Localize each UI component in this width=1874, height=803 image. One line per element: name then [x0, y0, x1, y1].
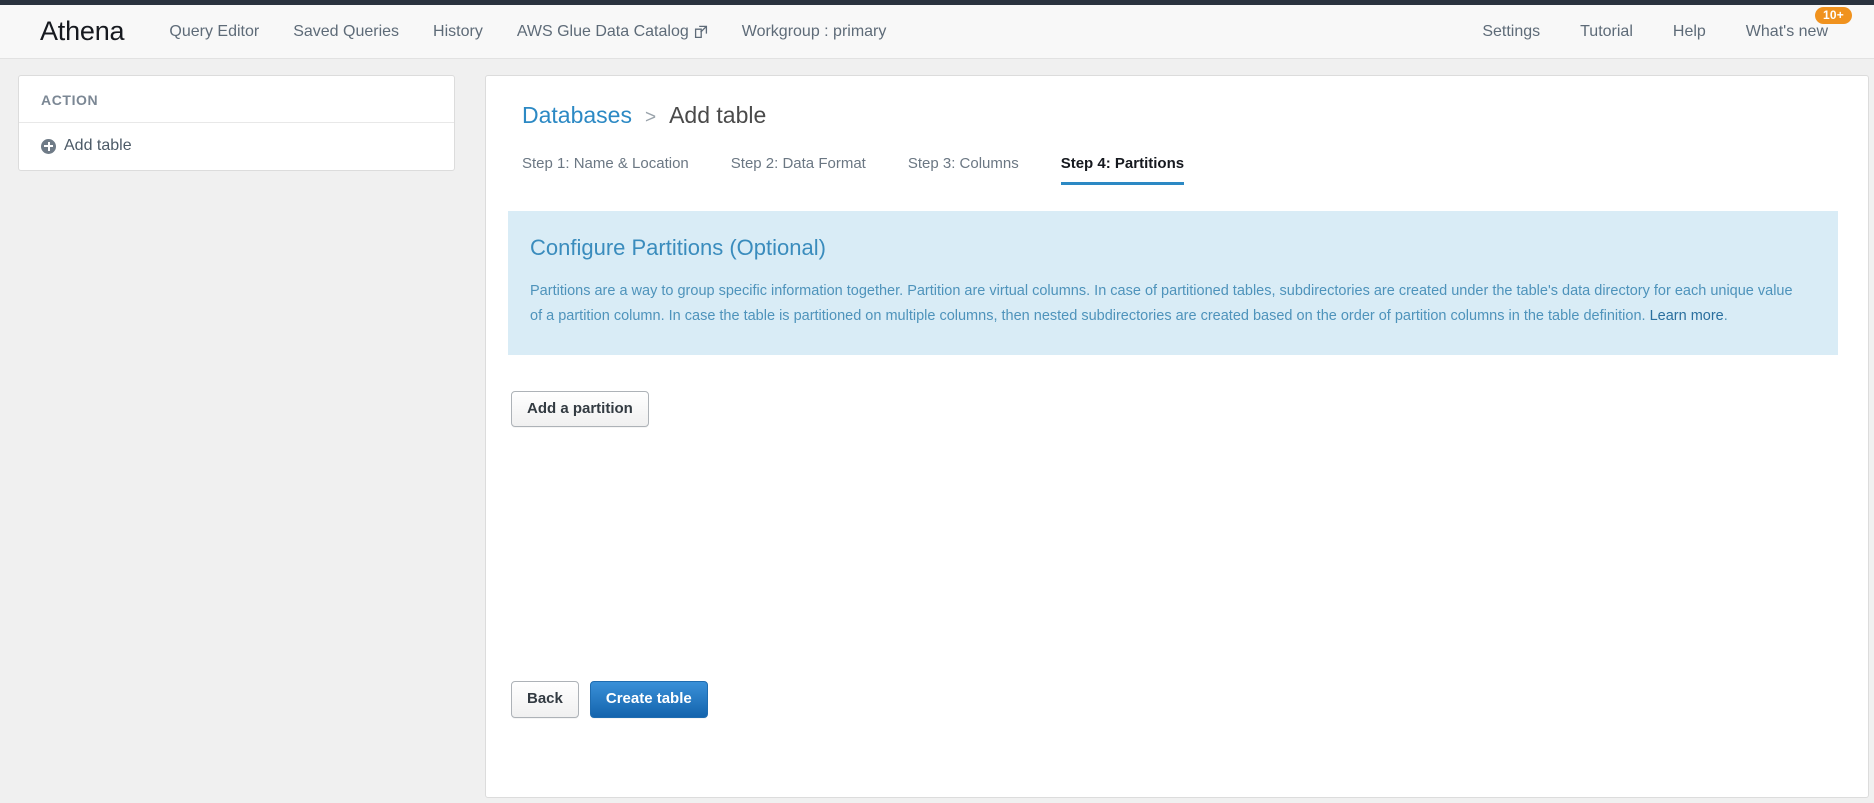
nav-label: Help [1672, 22, 1706, 40]
sidebar-item-add-table[interactable]: Add table [19, 123, 454, 169]
info-panel-description: Partitions are a way to group specific i… [530, 283, 1793, 324]
nav-label: Workgroup : primary [741, 22, 887, 40]
wizard-footer-actions: Back Create table [511, 681, 708, 718]
nav-item-help[interactable]: Help [1653, 23, 1726, 41]
breadcrumb-current-add-table: Add table [669, 102, 767, 128]
nav-item-aws-glue-data-catalog[interactable]: AWS Glue Data Catalog [500, 23, 725, 41]
whats-new-count-badge: 10+ [1815, 6, 1852, 24]
nav-item-query-editor[interactable]: Query Editor [152, 23, 276, 41]
tab-step-2-data-format[interactable]: Step 2: Data Format [731, 155, 866, 185]
breadcrumb-separator: > [644, 107, 657, 128]
nav-item-history[interactable]: History [416, 23, 500, 41]
nav-item-workgroup[interactable]: Workgroup : primary [725, 23, 904, 41]
nav-label: Saved Queries [293, 22, 400, 40]
add-partition-action-row: Add a partition [508, 390, 1838, 428]
app-header: Athena Query Editor Saved Queries Histor… [0, 5, 1874, 59]
add-table-wizard-card: Databases > Add table Step 1: Name & Loc… [485, 75, 1869, 798]
learn-more-link[interactable]: Learn more [1650, 308, 1724, 324]
nav-label: Tutorial [1580, 22, 1633, 40]
info-panel-title: Configure Partitions (Optional) [530, 235, 826, 260]
info-panel-body: Partitions are a way to group specific i… [530, 279, 1805, 329]
wizard-step-tabs: Step 1: Name & Location Step 2: Data For… [508, 155, 1838, 185]
breadcrumb-link-databases[interactable]: Databases [522, 102, 632, 129]
action-sidebar-panel: ACTION Add table [18, 75, 455, 171]
nav-label: What's new [1745, 22, 1828, 40]
tab-step-4-partitions[interactable]: Step 4: Partitions [1060, 155, 1185, 185]
plus-circle-icon [41, 138, 56, 154]
create-table-button[interactable]: Create table [589, 681, 708, 718]
back-button[interactable]: Back [511, 681, 579, 718]
breadcrumb: Databases > Add table [508, 102, 1838, 129]
app-brand-athena[interactable]: Athena [40, 16, 125, 47]
tab-step-1-name-location[interactable]: Step 1: Name & Location [522, 155, 689, 185]
nav-label: Settings [1482, 22, 1541, 40]
learn-more-period: . [1723, 307, 1728, 324]
nav-label: AWS Glue Data Catalog [516, 22, 689, 40]
add-a-partition-button[interactable]: Add a partition [511, 390, 649, 428]
page-body: ACTION Add table Databases > Add table S… [0, 59, 1874, 803]
nav-item-whats-new[interactable]: What's new 10+ [1726, 6, 1852, 41]
nav-item-tutorial[interactable]: Tutorial [1560, 23, 1653, 41]
sidebar-title: ACTION [19, 76, 454, 123]
nav-item-settings[interactable]: Settings [1462, 23, 1560, 41]
external-link-icon [694, 25, 708, 39]
tab-step-3-columns[interactable]: Step 3: Columns [908, 155, 1019, 185]
secondary-navigation: Settings Tutorial Help What's new 10+ [1462, 6, 1852, 41]
primary-navigation: Query Editor Saved Queries History AWS G… [152, 23, 903, 41]
nav-label: Query Editor [169, 22, 260, 40]
sidebar-item-label: Add table [64, 137, 132, 154]
nav-item-saved-queries[interactable]: Saved Queries [276, 23, 416, 41]
nav-label: History [433, 22, 483, 40]
configure-partitions-info-panel: Configure Partitions (Optional) Partitio… [508, 211, 1838, 355]
